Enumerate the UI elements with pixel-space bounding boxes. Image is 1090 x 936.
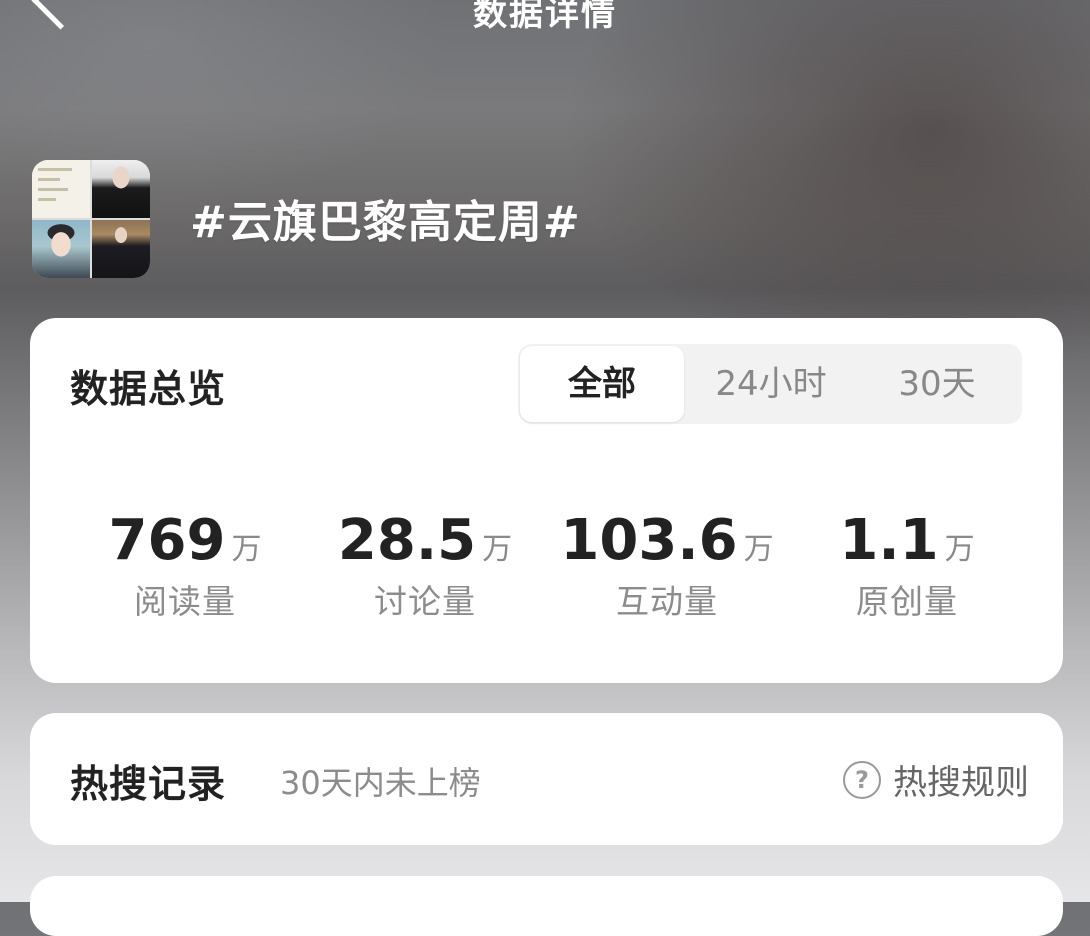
stat-interaction-count: 103.6 万 互动量 xyxy=(547,508,787,623)
stat-unit: 万 xyxy=(482,532,513,567)
stat-unit: 万 xyxy=(231,532,262,567)
stat-label: 互动量 xyxy=(616,582,718,621)
thumbnail-photo-tile xyxy=(92,220,150,278)
thumbnail-photo-tile xyxy=(32,220,90,278)
stat-label: 阅读量 xyxy=(134,582,236,621)
tab-24-hours[interactable]: 24小时 xyxy=(688,344,854,424)
data-overview-card: 数据总览 全部 24小时 30天 769 万 阅读量 28.5 万 讨论量 103.… xyxy=(30,318,1063,683)
tab-all[interactable]: 全部 xyxy=(520,346,684,422)
hot-search-card: 热搜记录 30天内未上榜 ? 热搜规则 xyxy=(30,713,1063,845)
stat-value: 103.6 xyxy=(560,508,738,573)
stat-original-count: 1.1 万 原创量 xyxy=(787,508,1027,623)
hot-search-rules-link[interactable]: ? 热搜规则 xyxy=(843,755,1029,804)
topic-title: #云旗巴黎高定周# xyxy=(190,197,581,248)
next-section-card xyxy=(30,876,1063,936)
hot-search-rules-label: 热搜规则 xyxy=(893,763,1029,803)
hot-search-heading: 热搜记录 xyxy=(70,762,227,806)
stat-value: 769 xyxy=(108,508,226,573)
time-range-segmented-control: 全部 24小时 30天 xyxy=(518,344,1022,424)
stat-value: 28.5 xyxy=(337,508,477,573)
stat-label: 讨论量 xyxy=(374,582,476,621)
overview-heading: 数据总览 xyxy=(70,367,227,411)
stat-value: 1.1 xyxy=(839,508,939,573)
question-circle-icon: ? xyxy=(843,760,881,799)
topic-thumbnail xyxy=(32,160,150,278)
hot-search-status: 30天内未上榜 xyxy=(280,764,481,802)
stat-label: 原创量 xyxy=(856,582,958,621)
stat-unit: 万 xyxy=(944,532,975,567)
stat-read-count: 769 万 阅读量 xyxy=(65,508,305,623)
thumbnail-photo-tile xyxy=(92,160,150,218)
stat-unit: 万 xyxy=(743,532,774,567)
stat-discussion-count: 28.5 万 讨论量 xyxy=(305,508,545,623)
thumbnail-screenshot-tile xyxy=(32,160,90,218)
page-title: 数据详情 xyxy=(473,0,617,34)
tab-30-days[interactable]: 30天 xyxy=(854,344,1020,424)
